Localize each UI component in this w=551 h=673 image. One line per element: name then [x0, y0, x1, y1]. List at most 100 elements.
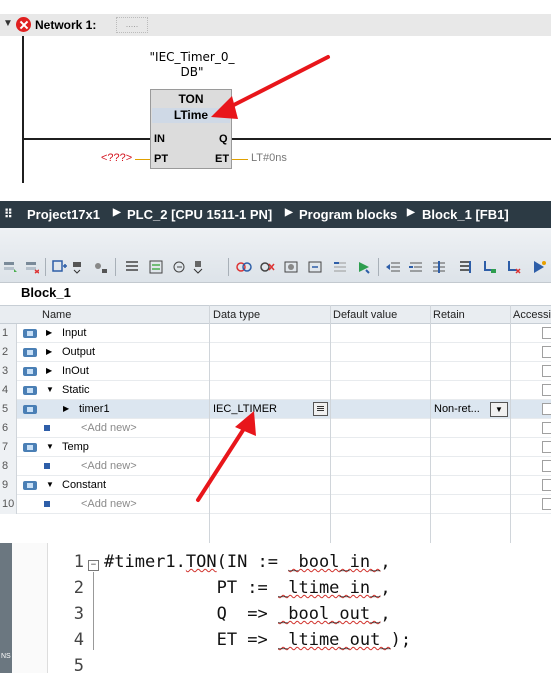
accessible-checkbox[interactable]: [542, 384, 551, 396]
code-line[interactable]: PT := _ltime_in_,: [104, 578, 391, 598]
row-name[interactable]: Constant: [62, 479, 106, 491]
accessible-checkbox[interactable]: [542, 422, 551, 434]
split-icon[interactable]: [408, 259, 424, 275]
column-header-default-value[interactable]: Default value: [333, 309, 397, 321]
table-row[interactable]: 6 <Add new>: [0, 419, 551, 438]
table-row[interactable]: 4 ▼ Static: [0, 381, 551, 400]
column-header-retain[interactable]: Retain: [433, 309, 465, 321]
indent-icon[interactable]: [356, 259, 372, 275]
call-icon[interactable]: [172, 259, 188, 275]
column-header-name[interactable]: Name: [42, 309, 71, 321]
interface-icon: [23, 443, 37, 452]
table-row[interactable]: 5 ▶ timer1 IEC_LTIMER Non-ret... ▼: [0, 400, 551, 419]
table-row[interactable]: 1 ▶ Input: [0, 324, 551, 343]
monitor-icon[interactable]: [52, 259, 68, 275]
breadcrumb-block[interactable]: Block_1 [FB1]: [422, 207, 509, 222]
add-new-placeholder[interactable]: <Add new>: [81, 460, 137, 472]
table-row[interactable]: 3 ▶ InOut: [0, 362, 551, 381]
breadcrumb-overflow-icon[interactable]: ⠿: [4, 207, 13, 221]
expand-icon[interactable]: [69, 259, 85, 275]
breadcrumb-program-blocks[interactable]: Program blocks: [299, 207, 397, 222]
expand-arrow-icon[interactable]: ▶: [46, 328, 52, 337]
settings-icon[interactable]: [148, 259, 164, 275]
check-icon[interactable]: [308, 259, 324, 275]
collapse-arrow-icon[interactable]: ▼: [46, 480, 54, 489]
table-row[interactable]: 7 ▼ Temp: [0, 438, 551, 457]
breadcrumb-separator-icon: ▶: [113, 207, 121, 218]
network-comment-field[interactable]: .....: [116, 17, 148, 33]
accessible-checkbox[interactable]: [542, 327, 551, 339]
box-icon[interactable]: [260, 259, 276, 275]
pin-et: ET: [215, 153, 230, 165]
row-name[interactable]: Input: [62, 327, 86, 339]
data-type-browse-button[interactable]: [313, 402, 328, 416]
row-retain[interactable]: Non-ret...: [434, 403, 480, 415]
network-icon[interactable]: [284, 259, 300, 275]
row-name[interactable]: Output: [62, 346, 95, 358]
accessible-checkbox[interactable]: [542, 365, 551, 377]
list-icon[interactable]: [93, 259, 109, 275]
table-row[interactable]: 9 ▼ Constant: [0, 476, 551, 495]
sort-icon[interactable]: [431, 259, 447, 275]
fold-toggle-icon[interactable]: −: [88, 560, 99, 571]
accessible-checkbox[interactable]: [542, 403, 551, 415]
download-icon[interactable]: [124, 259, 140, 275]
delete-row-icon[interactable]: [24, 259, 40, 275]
accessible-checkbox[interactable]: [542, 498, 551, 510]
breadcrumb-plc[interactable]: PLC_2 [CPU 1511-1 PN]: [127, 207, 272, 222]
breadcrumb-project[interactable]: Project17x1: [27, 207, 100, 222]
accessible-checkbox[interactable]: [542, 346, 551, 358]
code-line[interactable]: Q => _bool_out_,: [104, 604, 391, 624]
rung-icon[interactable]: [236, 259, 252, 275]
network-header[interactable]: ▼ Network 1: .....: [0, 14, 551, 36]
et-operand[interactable]: LT#0ns: [251, 152, 287, 164]
comment-icon[interactable]: [506, 259, 522, 275]
go-left-icon[interactable]: [332, 259, 348, 275]
table-row[interactable]: 10 <Add new>: [0, 495, 551, 514]
collapse-chevron-icon[interactable]: ▼: [3, 18, 13, 29]
outdent-icon[interactable]: [385, 259, 401, 275]
ladder-network: ▼ Network 1: ..... "IEC_Timer_0_ DB" TON…: [0, 0, 551, 183]
column-header-accessible[interactable]: Accessi: [513, 309, 551, 321]
add-new-placeholder[interactable]: <Add new>: [81, 422, 137, 434]
row-number: 3: [0, 362, 17, 381]
accessible-checkbox[interactable]: [542, 441, 551, 453]
jump-icon[interactable]: [190, 259, 206, 275]
more-icon[interactable]: [532, 259, 548, 275]
interface-icon: [23, 348, 37, 357]
expand-arrow-icon[interactable]: ▶: [46, 347, 52, 356]
code-argument: _ltime_out_: [278, 630, 391, 650]
expand-arrow-icon[interactable]: ▶: [46, 366, 52, 375]
fold-guide: [93, 572, 94, 650]
add-new-placeholder[interactable]: <Add new>: [81, 498, 137, 510]
column-header-data-type[interactable]: Data type: [213, 309, 260, 321]
table-row[interactable]: 2 ▶ Output: [0, 343, 551, 362]
bookmark-icon[interactable]: [482, 259, 498, 275]
collapse-arrow-icon[interactable]: ▼: [46, 442, 54, 451]
accessible-checkbox[interactable]: [542, 479, 551, 491]
code-text: ET =>: [104, 630, 278, 650]
row-name[interactable]: InOut: [62, 365, 89, 377]
column-divider: [330, 305, 331, 543]
pin-pt: PT: [154, 153, 169, 165]
retain-dropdown-button[interactable]: ▼: [490, 402, 508, 417]
table-row[interactable]: 8 <Add new>: [0, 457, 551, 476]
code-line[interactable]: ET => _ltime_out_);: [104, 630, 412, 650]
ton-function-block[interactable]: TON LTime IN PT Q ET: [150, 89, 232, 169]
row-name[interactable]: timer1: [79, 403, 110, 415]
collapse-arrow-icon[interactable]: ▼: [46, 385, 54, 394]
filter-icon[interactable]: [457, 259, 473, 275]
row-data-type[interactable]: IEC_LTIMER: [213, 403, 277, 415]
code-argument: _ltime_in_: [278, 578, 381, 598]
code-line[interactable]: #timer1.TON(IN := _bool_in_,: [104, 552, 391, 572]
expand-arrow-icon[interactable]: ▶: [63, 404, 69, 413]
instance-db-name[interactable]: "IEC_Timer_0_ DB": [140, 50, 244, 80]
pt-operand[interactable]: <???>: [101, 152, 132, 164]
insert-row-icon[interactable]: [2, 259, 18, 275]
time-type-selector[interactable]: LTime: [152, 108, 230, 123]
row-name[interactable]: Temp: [62, 441, 89, 453]
block-type-label: TON: [178, 92, 204, 106]
accessible-checkbox[interactable]: [542, 460, 551, 472]
row-name[interactable]: Static: [62, 384, 90, 396]
scl-code-editor[interactable]: NS − 1 #timer1.TON(IN := _bool_in_, 2 PT :…: [0, 543, 551, 673]
